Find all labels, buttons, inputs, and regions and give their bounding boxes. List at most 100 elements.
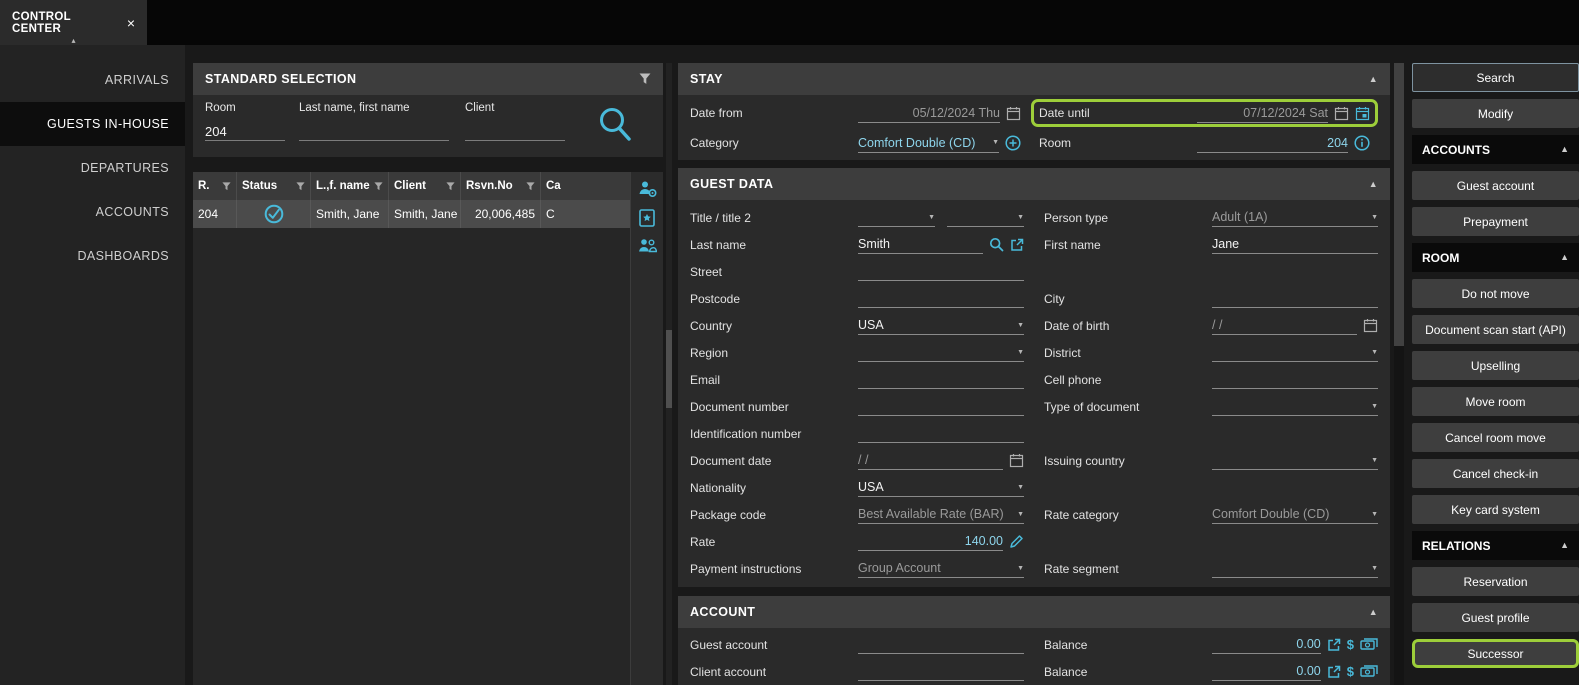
collapse-icon[interactable]: ▲ <box>1369 75 1378 84</box>
document-scan-start-button[interactable]: Document scan start (API) <box>1412 315 1579 344</box>
group-guests-icon[interactable] <box>638 238 657 255</box>
district-dropdown[interactable]: ▼ <box>1212 343 1378 362</box>
type-of-document-dropdown[interactable]: ▼ <box>1212 397 1378 416</box>
city-field[interactable] <box>1212 289 1378 308</box>
relations-section-header[interactable]: RELATIONS ▲ <box>1412 531 1579 560</box>
vertical-scrollbar[interactable] <box>1394 63 1404 685</box>
open-profile-icon[interactable] <box>1010 238 1024 252</box>
first-name-field[interactable]: Jane <box>1212 235 1378 254</box>
column-header-room[interactable]: R. <box>193 172 237 200</box>
filter-icon[interactable] <box>639 73 651 85</box>
calendar-icon[interactable] <box>1363 318 1378 333</box>
sidebar-item-guests-in-house[interactable]: GUESTS IN-HOUSE <box>0 102 185 146</box>
title-dropdown[interactable]: ▼ <box>858 208 935 227</box>
column-header-name[interactable]: L.,f. name <box>311 172 389 200</box>
loyalty-card-icon[interactable] <box>639 209 655 227</box>
category-dropdown[interactable]: Comfort Double (CD) ▼ <box>858 134 999 153</box>
postcode-field[interactable] <box>858 289 1024 308</box>
cash-register-icon[interactable] <box>1360 638 1378 652</box>
sidebar-item-dashboards[interactable]: DASHBOARDS <box>0 234 185 278</box>
payment-instructions-dropdown[interactable]: Group Account ▼ <box>858 559 1024 578</box>
guest-profile-button[interactable]: Guest profile <box>1412 603 1579 632</box>
date-of-birth-field[interactable]: / / <box>1212 316 1357 335</box>
search-button[interactable]: Search <box>1412 63 1579 92</box>
room-filter-input[interactable]: 204 <box>205 121 285 141</box>
reservation-button[interactable]: Reservation <box>1412 567 1579 596</box>
search-guest-icon[interactable] <box>989 237 1004 252</box>
upselling-button[interactable]: Upselling <box>1412 351 1579 380</box>
column-header-status[interactable]: Status <box>237 172 311 200</box>
guest-account-button[interactable]: Guest account <box>1412 171 1579 200</box>
calendar-icon[interactable] <box>1334 106 1349 121</box>
document-number-field[interactable] <box>858 397 1024 416</box>
edit-rate-icon[interactable] <box>1009 534 1024 549</box>
filter-icon[interactable] <box>522 182 535 191</box>
filter-icon[interactable] <box>370 182 383 191</box>
cancel-check-in-button[interactable]: Cancel check-in <box>1412 459 1579 488</box>
rate-category-dropdown[interactable]: Comfort Double (CD) ▼ <box>1212 505 1378 524</box>
rate-field[interactable]: 140.00 <box>858 532 1003 551</box>
last-name-field[interactable]: Smith <box>858 235 983 254</box>
name-filter-input[interactable] <box>299 121 449 141</box>
prepayment-button[interactable]: Prepayment <box>1412 207 1579 236</box>
room-section-header[interactable]: ROOM ▲ <box>1412 243 1579 272</box>
title2-dropdown[interactable]: ▼ <box>947 208 1024 227</box>
region-dropdown[interactable]: ▼ <box>858 343 1024 362</box>
sidebar-item-arrivals[interactable]: ARRIVALS <box>0 58 185 102</box>
email-field[interactable] <box>858 370 1024 389</box>
person-type-dropdown[interactable]: Adult (1A) ▼ <box>1212 208 1378 227</box>
collapse-icon[interactable]: ▲ <box>1369 608 1378 617</box>
guest-account-field[interactable] <box>858 635 1024 654</box>
rate-segment-dropdown[interactable]: ▼ <box>1212 559 1378 578</box>
country-dropdown[interactable]: USA ▼ <box>858 316 1024 335</box>
date-until-field[interactable]: 07/12/2024 Sat <box>1197 104 1328 123</box>
date-until-group-highlighted[interactable]: Date until 07/12/2024 Sat <box>1031 99 1378 127</box>
room-info-icon[interactable] <box>1354 135 1370 151</box>
document-date-field[interactable]: / / <box>858 451 1003 470</box>
key-card-system-button[interactable]: Key card system <box>1412 495 1579 524</box>
payment-icon[interactable]: $ <box>1347 664 1354 679</box>
nationality-dropdown[interactable]: USA ▼ <box>858 478 1024 497</box>
street-field[interactable] <box>858 262 1024 281</box>
move-room-button[interactable]: Move room <box>1412 387 1579 416</box>
successor-button-highlighted[interactable]: Successor <box>1412 639 1579 668</box>
room-field[interactable]: 204 <box>1197 134 1348 153</box>
table-row[interactable]: 204 Smith, Jane Smith, Jane 20,006,485 C <box>193 200 630 228</box>
control-center-tab[interactable]: CONTROL CENTER × ▴ <box>0 0 147 45</box>
column-header-rsvn[interactable]: Rsvn.No <box>461 172 541 200</box>
cell-phone-field[interactable] <box>1212 370 1378 389</box>
cash-register-icon[interactable] <box>1360 665 1378 679</box>
column-header-category[interactable]: Ca <box>541 172 630 200</box>
close-icon[interactable]: × <box>127 16 135 30</box>
issuing-country-dropdown[interactable]: ▼ <box>1212 451 1378 470</box>
sidebar-item-departures[interactable]: DEPARTURES <box>0 146 185 190</box>
filter-icon[interactable] <box>442 182 455 191</box>
open-account-icon[interactable] <box>1327 665 1341 679</box>
date-from-field[interactable]: 05/12/2024 Thu <box>858 104 1000 123</box>
scrollbar-thumb[interactable] <box>1394 63 1404 346</box>
accounts-section-header[interactable]: ACCOUNTS ▲ <box>1412 135 1579 164</box>
add-category-icon[interactable] <box>1005 135 1021 151</box>
do-not-move-button[interactable]: Do not move <box>1412 279 1579 308</box>
client-filter-input[interactable] <box>465 121 565 141</box>
open-account-icon[interactable] <box>1327 638 1341 652</box>
guest-settings-icon[interactable] <box>638 180 657 198</box>
panel-splitter[interactable] <box>666 63 672 685</box>
cancel-room-move-button[interactable]: Cancel room move <box>1412 423 1579 452</box>
filter-icon[interactable] <box>218 182 231 191</box>
package-code-dropdown[interactable]: Best Available Rate (BAR) ▼ <box>858 505 1024 524</box>
payment-icon[interactable]: $ <box>1347 637 1354 652</box>
calendar-icon[interactable] <box>1006 106 1021 121</box>
splitter-thumb[interactable] <box>666 330 672 408</box>
calendar-icon[interactable] <box>1009 453 1024 468</box>
client-account-field[interactable] <box>858 662 1024 681</box>
search-icon[interactable] <box>597 105 633 143</box>
column-header-client[interactable]: Client <box>389 172 461 200</box>
modify-button[interactable]: Modify <box>1412 99 1579 128</box>
filter-icon[interactable] <box>292 182 305 191</box>
tab-menu-caret-icon[interactable]: ▴ <box>71 37 75 45</box>
collapse-icon[interactable]: ▲ <box>1369 180 1378 189</box>
sidebar-item-accounts[interactable]: ACCOUNTS <box>0 190 185 234</box>
calendar-extend-icon[interactable] <box>1355 106 1370 121</box>
identification-number-field[interactable] <box>858 424 1024 443</box>
